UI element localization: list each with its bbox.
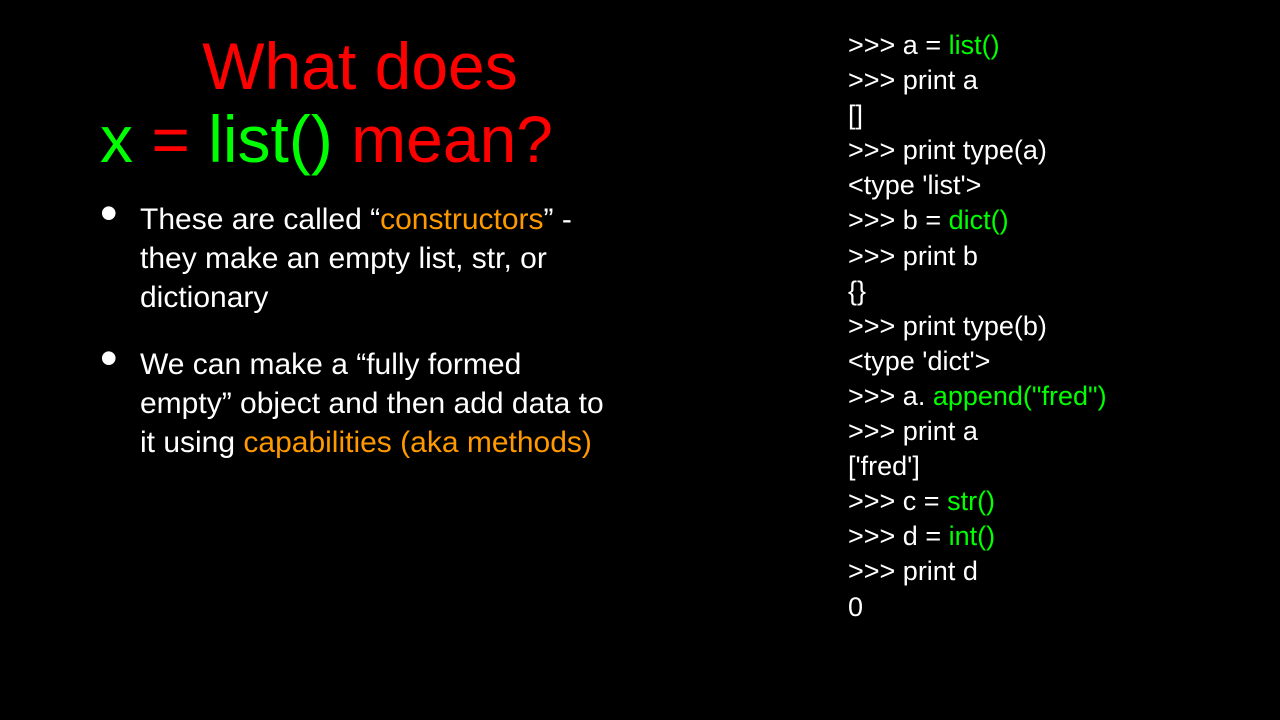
code-seg: <type 'list'> <box>848 170 981 200</box>
code-seg: >>> print type(b) <box>848 311 1047 341</box>
slide: What does x = list() mean? • These are c… <box>0 0 1280 720</box>
code-seg: >>> c = <box>848 486 947 516</box>
bullet-text: These are called “constructors” - they m… <box>140 200 620 317</box>
bullet-item: • We can make a “fully formed empty” obj… <box>100 345 620 462</box>
code-line: >>> print d <box>848 554 1248 589</box>
code-line: >>> b = dict() <box>848 203 1248 238</box>
title-list: list() <box>208 102 333 176</box>
code-seg: >>> a = <box>848 30 949 60</box>
code-seg: >>> print type(a) <box>848 135 1047 165</box>
code-seg: {} <box>848 276 866 306</box>
code-seg: >>> print d <box>848 556 978 586</box>
code-seg: >>> print a <box>848 65 978 95</box>
bullet-item: • These are called “constructors” - they… <box>100 200 620 317</box>
code-block: >>> a = list() >>> print a [] >>> print … <box>848 28 1248 625</box>
title-eq: = <box>133 102 208 176</box>
code-seg: <type 'dict'> <box>848 346 990 376</box>
code-seg-green: str() <box>947 486 995 516</box>
code-line: >>> c = str() <box>848 484 1248 519</box>
code-seg: ['fred'] <box>848 451 920 481</box>
bullet-list: • These are called “constructors” - they… <box>100 200 620 462</box>
bullet-pre: These are called “ <box>140 203 380 236</box>
code-line: <type 'dict'> <box>848 344 1248 379</box>
code-seg: >>> print b <box>848 241 978 271</box>
code-seg: 0 <box>848 592 863 622</box>
code-line: >>> d = int() <box>848 519 1248 554</box>
left-column: What does x = list() mean? • These are c… <box>100 30 620 490</box>
title-line1: What does <box>202 29 518 103</box>
code-line: ['fred'] <box>848 449 1248 484</box>
code-line: >>> print type(a) <box>848 133 1248 168</box>
code-seg: >>> a. <box>848 381 933 411</box>
title-mean: mean? <box>333 102 553 176</box>
slide-title: What does x = list() mean? <box>100 30 620 175</box>
code-line: [] <box>848 98 1248 133</box>
code-line: >>> a = list() <box>848 28 1248 63</box>
code-line: >>> print a <box>848 414 1248 449</box>
code-line: >>> a. append("fred") <box>848 379 1248 414</box>
code-seg-green: int() <box>949 521 996 551</box>
code-line: >>> print b <box>848 239 1248 274</box>
bullet-text: We can make a “fully formed empty” objec… <box>140 345 620 462</box>
code-line: {} <box>848 274 1248 309</box>
code-line: >>> print a <box>848 63 1248 98</box>
code-seg: >>> print a <box>848 416 978 446</box>
code-seg: >>> b = <box>848 205 949 235</box>
code-seg-green: append("fred") <box>933 381 1107 411</box>
bullet-highlight: constructors <box>380 203 543 236</box>
bullet-dot-icon: • <box>100 345 140 462</box>
code-line: <type 'list'> <box>848 168 1248 203</box>
code-line: 0 <box>848 590 1248 625</box>
bullet-dot-icon: • <box>100 200 140 317</box>
code-seg-green: dict() <box>949 205 1009 235</box>
bullet-highlight: capabilities (aka methods) <box>243 426 592 459</box>
code-seg-green: list() <box>949 30 1000 60</box>
code-line: >>> print type(b) <box>848 309 1248 344</box>
title-x: x <box>100 102 133 176</box>
code-seg: [] <box>848 100 863 130</box>
code-seg: >>> d = <box>848 521 949 551</box>
